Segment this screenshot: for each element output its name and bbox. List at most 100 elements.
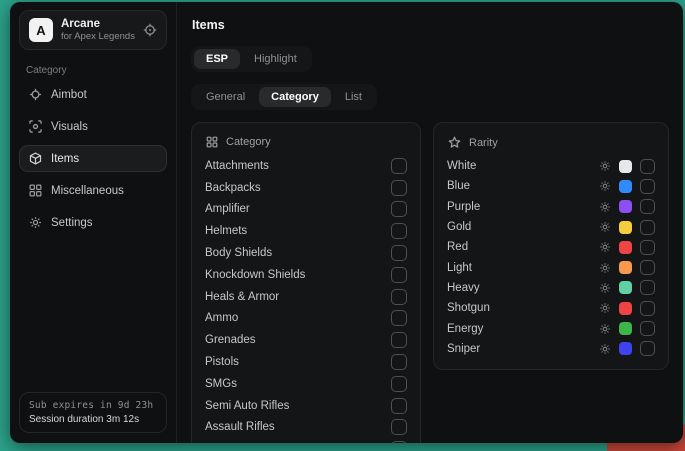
mode-highlight[interactable]: Highlight <box>242 49 309 69</box>
sidebar-section-label: Category <box>26 65 160 76</box>
category-checkbox[interactable] <box>391 398 407 414</box>
panels-row: Category Attachments Backpacks Amplifier… <box>191 122 668 443</box>
rarity-checkbox[interactable] <box>640 220 655 235</box>
category-row: LMGs <box>205 438 407 443</box>
arcane-menu-window: A Arcane for Apex Legends Category <box>10 2 683 443</box>
rarity-checkbox[interactable] <box>640 159 655 174</box>
rarity-checkbox[interactable] <box>640 301 655 316</box>
category-checkbox[interactable] <box>391 310 407 326</box>
session-info-card: Sub expires in 9d 23h Session duration 3… <box>19 392 167 433</box>
color-swatch[interactable] <box>619 302 632 315</box>
gear-icon[interactable] <box>599 241 611 253</box>
category-row: Attachments <box>205 155 407 177</box>
rarity-row-label: White <box>447 160 599 172</box>
category-row-label: Pistols <box>205 356 239 368</box>
gear-icon[interactable] <box>599 201 611 213</box>
gear-icon[interactable] <box>599 180 611 192</box>
color-swatch[interactable] <box>619 221 632 234</box>
rarity-row-controls <box>599 260 655 275</box>
sidebar-item-visuals[interactable]: Visuals <box>19 113 167 140</box>
sidebar-item-items[interactable]: Items <box>19 145 167 172</box>
sidebar-item-label: Items <box>51 153 79 165</box>
tab-category[interactable]: Category <box>259 87 331 107</box>
category-checkbox[interactable] <box>391 158 407 174</box>
category-checkbox[interactable] <box>391 267 407 283</box>
gear-icon[interactable] <box>599 302 611 314</box>
rarity-row-label: Sniper <box>447 343 599 355</box>
gear-icon[interactable] <box>599 323 611 335</box>
rarity-checkbox[interactable] <box>640 341 655 356</box>
color-swatch[interactable] <box>619 281 632 294</box>
category-checkbox[interactable] <box>391 223 407 239</box>
category-checkbox[interactable] <box>391 376 407 392</box>
rarity-checkbox[interactable] <box>640 199 655 214</box>
gear-icon[interactable] <box>599 221 611 233</box>
color-swatch[interactable] <box>619 160 632 173</box>
category-row: SMGs <box>205 373 407 395</box>
color-swatch[interactable] <box>619 180 632 193</box>
category-row: Backpacks <box>205 177 407 199</box>
rarity-row: Red <box>447 237 655 257</box>
gear-icon[interactable] <box>599 160 611 172</box>
rarity-row: Sniper <box>447 339 655 359</box>
category-row-label: Helmets <box>205 225 247 237</box>
category-checkbox[interactable] <box>391 419 407 435</box>
color-swatch[interactable] <box>619 322 632 335</box>
rarity-checkbox[interactable] <box>640 240 655 255</box>
category-row: Amplifier <box>205 199 407 221</box>
sidebar-item-miscellaneous[interactable]: Miscellaneous <box>19 177 167 204</box>
rarity-row-controls <box>599 199 655 214</box>
rarity-panel: Rarity White Blue <box>433 122 669 370</box>
sub-expires-text: Sub expires in 9d 23h <box>29 400 157 411</box>
gear-icon[interactable] <box>599 262 611 274</box>
category-row: Pistols <box>205 351 407 373</box>
rarity-checkbox[interactable] <box>640 260 655 275</box>
rarity-row-controls <box>599 341 655 356</box>
color-swatch[interactable] <box>619 200 632 213</box>
category-checkbox[interactable] <box>391 201 407 217</box>
package-box-icon <box>29 152 42 165</box>
rarity-row: Light <box>447 257 655 277</box>
rarity-checkbox[interactable] <box>640 280 655 295</box>
category-row-label: Ammo <box>205 312 238 324</box>
color-swatch[interactable] <box>619 241 632 254</box>
sidebar-item-label: Aimbot <box>51 89 87 101</box>
rarity-checkbox[interactable] <box>640 179 655 194</box>
category-row: Semi Auto Rifles <box>205 395 407 417</box>
sidebar-item-aimbot[interactable]: Aimbot <box>19 81 167 108</box>
mode-esp[interactable]: ESP <box>194 49 240 69</box>
category-checkbox[interactable] <box>391 354 407 370</box>
rarity-row-label: Red <box>447 241 599 253</box>
category-row-label: Knockdown Shields <box>205 269 305 281</box>
color-swatch[interactable] <box>619 342 632 355</box>
page-title: Items <box>192 18 668 32</box>
gear-icon[interactable] <box>599 343 611 355</box>
rarity-row-label: Shotgun <box>447 302 599 314</box>
category-row-label: Attachments <box>205 160 269 172</box>
category-row: Heals & Armor <box>205 286 407 308</box>
gear-icon[interactable] <box>599 282 611 294</box>
category-row-label: SMGs <box>205 378 237 390</box>
color-swatch[interactable] <box>619 261 632 274</box>
rarity-row-controls <box>599 280 655 295</box>
main-content: Items ESP Highlight General Category Lis… <box>177 2 683 443</box>
category-list: Attachments Backpacks Amplifier Helmets … <box>205 155 407 443</box>
rarity-row: Gold <box>447 217 655 237</box>
rarity-panel-title: Rarity <box>469 137 498 149</box>
tab-general[interactable]: General <box>194 87 257 107</box>
sidebar-item-settings[interactable]: Settings <box>19 209 167 236</box>
category-checkbox[interactable] <box>391 245 407 261</box>
tab-list[interactable]: List <box>333 87 374 107</box>
crosshair-target-icon[interactable] <box>143 23 157 37</box>
rarity-row-controls <box>599 240 655 255</box>
category-checkbox[interactable] <box>391 180 407 196</box>
rarity-row-controls <box>599 159 655 174</box>
rarity-row-label: Purple <box>447 201 599 213</box>
sidebar-item-label: Miscellaneous <box>51 185 124 197</box>
category-checkbox[interactable] <box>391 332 407 348</box>
sidebar-item-label: Visuals <box>51 121 88 133</box>
category-checkbox[interactable] <box>391 289 407 305</box>
category-checkbox[interactable] <box>391 441 407 443</box>
rarity-checkbox[interactable] <box>640 321 655 336</box>
rarity-row-label: Light <box>447 262 599 274</box>
